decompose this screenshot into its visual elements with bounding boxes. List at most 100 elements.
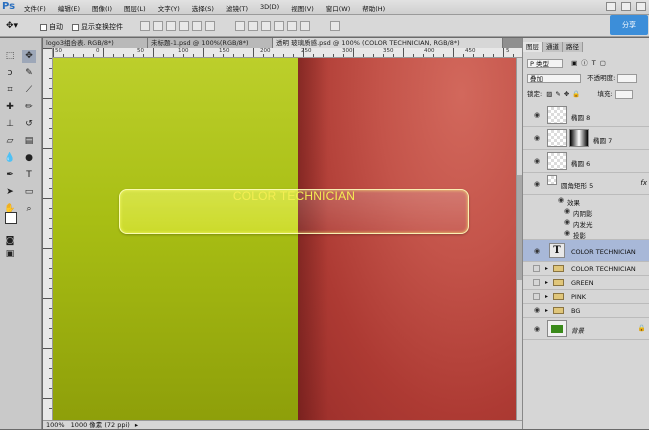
visibility-eye-icon[interactable]: ◉ [533, 325, 541, 333]
path-select-tool-icon[interactable]: ➤ [3, 186, 17, 199]
brush-tool-icon[interactable]: ✏ [22, 101, 36, 114]
show-transform-option[interactable]: 显示变换控件 [72, 22, 123, 32]
show-transform-checkbox[interactable] [72, 23, 79, 31]
distribute-vcenter-icon[interactable] [248, 21, 258, 31]
blur-tool-icon[interactable]: 💧 [3, 152, 17, 165]
auto-select-checkbox[interactable] [40, 23, 47, 31]
blend-mode-select[interactable]: 叠加 [527, 73, 581, 83]
rectangle-tool-icon[interactable]: ▭ [22, 186, 36, 199]
expand-arrow-icon[interactable]: ▸ [545, 293, 548, 300]
clone-stamp-tool-icon[interactable]: ⊥ [3, 118, 17, 131]
distribute-left-icon[interactable] [274, 21, 284, 31]
quick-select-tool-icon[interactable]: ✎ [22, 67, 36, 80]
canvas[interactable]: COLOR TECHNICIAN [53, 58, 516, 420]
tab-doc-2[interactable]: 未标题-1.psd @ 100%(RGB/8*) [148, 38, 273, 48]
visibility-eye-icon[interactable]: ◉ [533, 111, 541, 119]
align-right-icon[interactable] [205, 21, 215, 31]
visibility-eye-icon[interactable]: ◉ [533, 180, 541, 188]
lasso-tool-icon[interactable]: ↄ [3, 67, 17, 80]
fx-icon[interactable]: fx [640, 179, 647, 187]
visibility-toggle[interactable] [533, 293, 540, 300]
auto-select-option[interactable]: 自动 [40, 22, 63, 32]
distribute-bottom-icon[interactable] [261, 21, 271, 31]
visibility-eye-icon[interactable]: ◉ [533, 134, 541, 142]
visibility-eye-icon[interactable]: ◉ [533, 306, 541, 314]
menu-help[interactable]: 帮助(H) [362, 3, 385, 13]
lock-icons[interactable]: ▨✎✥🔒 [546, 90, 583, 98]
marquee-tool-icon[interactable]: ⬚ [3, 50, 17, 63]
align-bottom-icon[interactable] [166, 21, 176, 31]
effect-inner-shadow[interactable]: ◉ 内阴影 [523, 206, 649, 218]
zoom-level[interactable]: 100% [43, 421, 65, 429]
foreground-color-swatch[interactable] [5, 212, 17, 224]
minimize-icon[interactable] [606, 2, 616, 11]
tab-doc-1[interactable]: logo3组合表. RGB/8*) [43, 38, 148, 48]
layer-background[interactable]: ◉ 背景 🔒 [523, 318, 649, 340]
align-vcenter-icon[interactable] [153, 21, 163, 31]
share-button[interactable]: 分享 [610, 15, 648, 35]
quick-mask-icon[interactable]: ◙ [3, 235, 17, 248]
effect-inner-glow[interactable]: ◉ 内发光 [523, 217, 649, 229]
tab-layers[interactable]: 图层 [523, 42, 543, 52]
fill-field[interactable] [614, 89, 633, 99]
history-brush-tool-icon[interactable]: ↺ [22, 118, 36, 131]
menu-select[interactable]: 选择(S) [192, 3, 214, 13]
expand-arrow-icon[interactable]: ▸ [545, 265, 548, 272]
crop-tool-icon[interactable]: ⌗ [3, 84, 17, 97]
menu-type[interactable]: 文字(Y) [158, 3, 180, 13]
move-tool-icon[interactable]: ✥ [22, 50, 36, 63]
screen-mode-icon[interactable]: ▣ [3, 248, 17, 261]
menu-image[interactable]: 图像(I) [92, 3, 112, 13]
menu-window[interactable]: 窗口(W) [326, 3, 351, 13]
expand-arrow-icon[interactable]: ▸ [545, 307, 548, 314]
group-color-technician[interactable]: ▸ COLOR TECHNICIAN [523, 262, 649, 276]
visibility-toggle[interactable] [533, 279, 540, 286]
tab-channels[interactable]: 通道 [543, 42, 563, 52]
layer-rounded-rect-5[interactable]: ◉ 圆角矩形 5 fx [523, 173, 649, 195]
opacity-field[interactable] [617, 73, 638, 83]
menu-edit[interactable]: 编辑(E) [58, 3, 80, 13]
move-tool-icon[interactable]: ✥▾ [6, 21, 18, 31]
effects-header[interactable]: ◉ 效果 [523, 195, 649, 207]
eraser-tool-icon[interactable]: ▱ [3, 135, 17, 148]
align-left-icon[interactable] [179, 21, 189, 31]
visibility-eye-icon[interactable]: ◉ [563, 229, 571, 237]
auto-align-icon[interactable] [330, 21, 343, 31]
menu-file[interactable]: 文件(F) [24, 3, 46, 13]
eyedropper-tool-icon[interactable]: ⟋ [22, 84, 36, 97]
filter-icons[interactable]: ▣ⓘT▢ [571, 59, 610, 67]
healing-brush-tool-icon[interactable]: ✚ [3, 101, 17, 114]
group-green[interactable]: ▸ GREEN [523, 276, 649, 290]
expand-arrow-icon[interactable]: ▸ [545, 279, 548, 286]
distribute-hcenter-icon[interactable] [287, 21, 297, 31]
layer-ellipse-8[interactable]: ◉ 椭圆 8 [523, 104, 649, 127]
pen-tool-icon[interactable]: ✒ [3, 169, 17, 182]
visibility-eye-icon[interactable]: ◉ [563, 207, 571, 215]
distribute-right-icon[interactable] [300, 21, 310, 31]
align-top-icon[interactable] [140, 21, 150, 31]
layer-ellipse-7[interactable]: ◉ 椭圆 7 [523, 127, 649, 150]
maximize-icon[interactable] [621, 2, 631, 11]
menu-3d[interactable]: 3D(D) [260, 3, 279, 13]
distribute-top-icon[interactable] [235, 21, 245, 31]
visibility-eye-icon[interactable]: ◉ [557, 196, 565, 204]
gradient-tool-icon[interactable]: ▤ [22, 135, 36, 148]
visibility-eye-icon[interactable]: ◉ [533, 247, 541, 255]
group-pink[interactable]: ▸ PINK [523, 290, 649, 304]
close-icon[interactable] [636, 2, 646, 11]
group-bg[interactable]: ◉ ▸ BG [523, 304, 649, 318]
effect-drop-shadow[interactable]: ◉ 投影 [523, 228, 649, 240]
visibility-eye-icon[interactable]: ◉ [563, 218, 571, 226]
visibility-toggle[interactable] [533, 265, 540, 272]
zoom-tool-icon[interactable]: ⌕ [22, 203, 36, 216]
menu-view[interactable]: 视图(V) [291, 3, 314, 13]
tab-paths[interactable]: 路径 [563, 42, 583, 52]
layer-text-color-technician[interactable]: ◉ T COLOR TECHNICIAN [523, 240, 649, 262]
dodge-tool-icon[interactable]: ● [22, 152, 36, 165]
visibility-eye-icon[interactable]: ◉ [533, 157, 541, 165]
layer-filter-select[interactable]: P 类型 [527, 58, 563, 68]
layer-mask-thumbnail[interactable] [569, 129, 589, 147]
menu-layer[interactable]: 图层(L) [124, 3, 146, 13]
tab-doc-3[interactable]: 透明 玻璃质感.psd @ 100% (COLOR TECHNICIAN, RG… [273, 38, 503, 48]
layer-ellipse-6[interactable]: ◉ 椭圆 6 [523, 150, 649, 173]
